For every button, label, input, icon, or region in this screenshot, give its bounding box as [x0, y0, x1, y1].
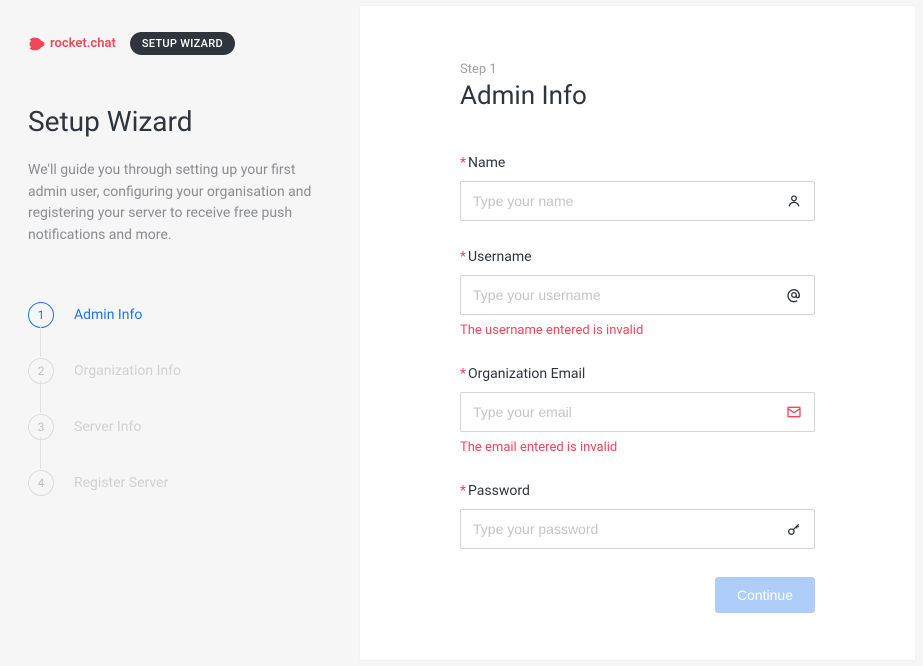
step-register-server[interactable]: 4 Register Server	[28, 455, 332, 511]
key-icon	[786, 521, 802, 537]
username-label: *Username	[460, 249, 815, 265]
username-input-wrap	[460, 275, 815, 315]
email-group: *Organization Email The email entered is…	[460, 366, 815, 455]
name-input[interactable]	[473, 193, 786, 209]
brand-logo: rocket.chat	[28, 35, 116, 53]
step-label: Server Info	[74, 419, 141, 435]
password-input-wrap	[460, 509, 815, 549]
username-input[interactable]	[473, 287, 786, 303]
wizard-description: We'll guide you through setting up your …	[28, 160, 332, 247]
email-label: *Organization Email	[460, 366, 815, 382]
step-label: Admin Info	[74, 307, 142, 323]
form-title: Admin Info	[460, 81, 815, 111]
step-number: 4	[28, 470, 54, 496]
step-label: Register Server	[74, 475, 168, 491]
username-group: *Username The username entered is invali…	[460, 249, 815, 338]
step-number: 1	[28, 302, 54, 328]
wizard-badge: SETUP WIZARD	[130, 32, 235, 55]
continue-button[interactable]: Continue	[715, 577, 815, 613]
password-group: *Password	[460, 483, 815, 549]
brand-text: rocket.chat	[50, 36, 116, 51]
name-group: *Name	[460, 155, 815, 221]
sidebar: rocket.chat SETUP WIZARD Setup Wizard We…	[0, 0, 360, 666]
step-organization-info[interactable]: 2 Organization Info	[28, 343, 332, 399]
password-label: *Password	[460, 483, 815, 499]
step-number: 2	[28, 358, 54, 384]
email-input-wrap	[460, 392, 815, 432]
email-error: The email entered is invalid	[460, 440, 815, 455]
password-input[interactable]	[473, 521, 786, 537]
email-input[interactable]	[473, 404, 786, 420]
name-input-wrap	[460, 181, 815, 221]
main-panel: Step 1 Admin Info *Name *Username The us…	[360, 6, 915, 660]
step-server-info[interactable]: 3 Server Info	[28, 399, 332, 455]
wizard-title: Setup Wizard	[28, 105, 332, 138]
rocket-chat-icon	[28, 35, 46, 53]
mail-icon	[786, 404, 802, 420]
step-admin-info[interactable]: 1 Admin Info	[28, 287, 332, 343]
at-icon	[786, 287, 802, 303]
user-icon	[786, 193, 802, 209]
step-label: Organization Info	[74, 363, 181, 379]
step-number: 3	[28, 414, 54, 440]
username-error: The username entered is invalid	[460, 323, 815, 338]
name-label: *Name	[460, 155, 815, 171]
step-list: 1 Admin Info 2 Organization Info 3 Serve…	[28, 287, 332, 511]
logo-row: rocket.chat SETUP WIZARD	[28, 32, 332, 55]
step-indicator: Step 1	[460, 62, 815, 77]
